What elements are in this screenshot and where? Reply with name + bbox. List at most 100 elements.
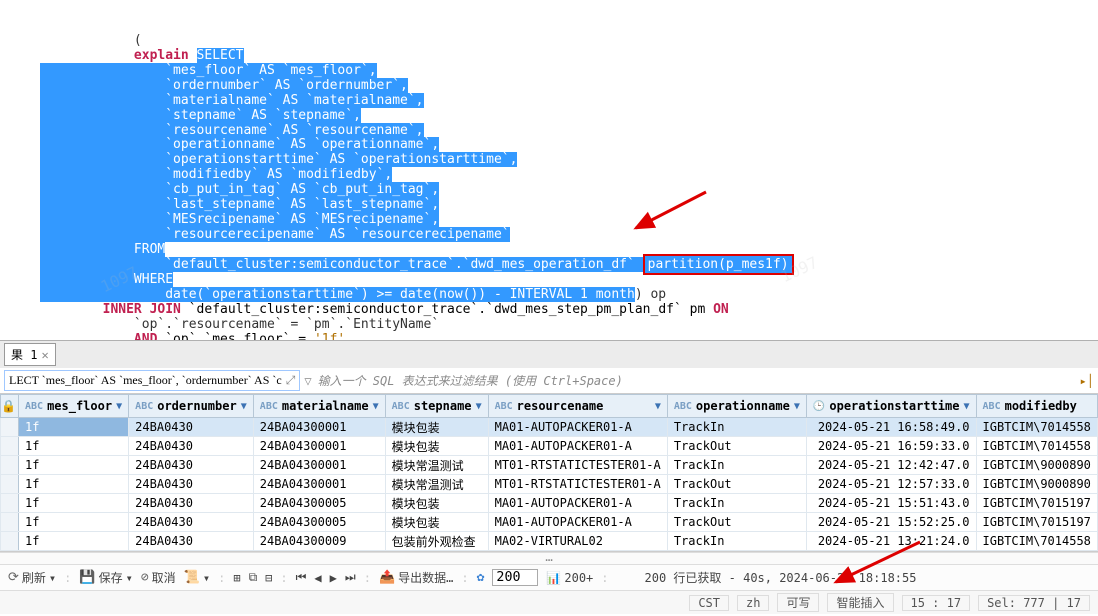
cell-mes_floor[interactable]: 1f — [19, 418, 129, 437]
cell-ordernumber[interactable]: 24BA0430 — [129, 513, 254, 532]
table-row[interactable]: 1f24BA043024BA04300001模块包装MA01-AUTOPACKE… — [1, 418, 1098, 437]
cell-operationname[interactable]: TrackIn — [667, 456, 806, 475]
column-header-modifiedby[interactable]: ABCmodifiedby — [977, 395, 1097, 417]
add-row-button[interactable]: ⊞ — [233, 571, 240, 585]
cell-operationname[interactable]: TrackIn — [667, 532, 806, 551]
cell-operationname[interactable]: TrackIn — [667, 494, 806, 513]
sort-icon[interactable]: ▼ — [241, 401, 247, 412]
cell-materialname[interactable]: 24BA04300005 — [253, 513, 385, 532]
fetch-limit-input[interactable] — [492, 569, 538, 586]
cell-resourcename[interactable]: MT01-RTSTATICTESTER01-A — [488, 475, 667, 494]
cell-modifiedby[interactable]: IGBTCIM\7015197 — [976, 513, 1097, 532]
table-row[interactable]: 1f24BA043024BA04300001模块常温测试MT01-RTSTATI… — [1, 475, 1098, 494]
row-handle[interactable] — [1, 475, 19, 494]
cell-stepname[interactable]: 模块包装 — [385, 437, 488, 456]
cell-ordernumber[interactable]: 24BA0430 — [129, 418, 254, 437]
script-button[interactable]: 📜▾ — [184, 570, 210, 585]
cell-stepname[interactable]: 模块包装 — [385, 418, 488, 437]
cell-stepname[interactable]: 包装前外观检查 — [385, 532, 488, 551]
row-handle[interactable] — [1, 437, 19, 456]
cell-resourcename[interactable]: MA01-AUTOPACKER01-A — [488, 437, 667, 456]
first-button[interactable]: ⏮ — [296, 570, 307, 585]
refresh-button[interactable]: ⟳刷新 ▾ — [8, 569, 56, 586]
sort-icon[interactable]: ▼ — [794, 401, 800, 412]
column-header-materialname[interactable]: ABCmaterialname▼ — [254, 395, 385, 417]
maximize-icon[interactable]: ⤢ — [286, 373, 296, 388]
result-tab[interactable]: 果 1 ✕ — [4, 343, 56, 366]
table-row[interactable]: 1f24BA043024BA04300001模块常温测试MT01-RTSTATI… — [1, 456, 1098, 475]
filter-toggle-icon[interactable]: ▸│ — [1080, 374, 1094, 388]
sort-icon[interactable]: ▼ — [655, 401, 661, 412]
cell-materialname[interactable]: 24BA04300001 — [253, 456, 385, 475]
column-header-resourcename[interactable]: ABCresourcename▼ — [489, 395, 667, 417]
row-handle[interactable] — [1, 532, 19, 551]
cell-ordernumber[interactable]: 24BA0430 — [129, 456, 254, 475]
column-header-stepname[interactable]: ABCstepname▼ — [386, 395, 488, 417]
cell-stepname[interactable]: 模块包装 — [385, 513, 488, 532]
filter-input[interactable]: ▽ 输入一个 SQL 表达式来过滤结果 (使用 Ctrl+Space) — [304, 372, 1075, 389]
sql-editor[interactable]: FROM ( explain SELECT `mes_floor` AS `me… — [0, 0, 1098, 340]
cell-materialname[interactable]: 24BA04300001 — [253, 418, 385, 437]
cell-stepname[interactable]: 模块包装 — [385, 494, 488, 513]
column-header-ordernumber[interactable]: ABCordernumber▼ — [129, 395, 253, 417]
cell-resourcename[interactable]: MT01-RTSTATICTESTER01-A — [488, 456, 667, 475]
column-header-operationstarttime[interactable]: 🕒operationstarttime▼ — [807, 395, 976, 417]
fetch-count-button[interactable]: 📊200+ — [546, 571, 593, 585]
column-header-operationname[interactable]: ABCoperationname▼ — [668, 395, 806, 417]
delete-row-button[interactable]: ⊟ — [265, 571, 272, 585]
table-row[interactable]: 1f24BA043024BA04300005模块包装MA01-AUTOPACKE… — [1, 494, 1098, 513]
cell-operationstarttime[interactable]: 2024-05-21 15:52:25.0 — [806, 513, 976, 532]
row-handle[interactable] — [1, 494, 19, 513]
sort-icon[interactable]: ▼ — [373, 401, 379, 412]
cell-operationstarttime[interactable]: 2024-05-21 12:42:47.0 — [806, 456, 976, 475]
table-row[interactable]: 1f24BA043024BA04300001模块包装MA01-AUTOPACKE… — [1, 437, 1098, 456]
lock-column[interactable]: 🔒 — [1, 395, 19, 418]
cell-operationname[interactable]: TrackOut — [667, 475, 806, 494]
code-block[interactable]: FROM ( explain SELECT `mes_floor` AS `me… — [0, 0, 1098, 340]
cell-ordernumber[interactable]: 24BA0430 — [129, 475, 254, 494]
table-row[interactable]: 1f24BA043024BA04300009包装前外观检查MA02-VIRTUR… — [1, 532, 1098, 551]
column-header-mes_floor[interactable]: ABCmes_floor▼ — [19, 395, 128, 417]
row-handle[interactable] — [1, 513, 19, 532]
cell-materialname[interactable]: 24BA04300005 — [253, 494, 385, 513]
save-button[interactable]: 💾保存 ▾ — [79, 569, 132, 586]
cell-operationstarttime[interactable]: 2024-05-21 13:21:24.0 — [806, 532, 976, 551]
sort-icon[interactable]: ▼ — [964, 401, 970, 412]
cell-modifiedby[interactable]: IGBTCIM\7015197 — [976, 494, 1097, 513]
cell-stepname[interactable]: 模块常温测试 — [385, 456, 488, 475]
close-icon[interactable]: ✕ — [41, 348, 48, 362]
cell-operationstarttime[interactable]: 2024-05-21 15:51:43.0 — [806, 494, 976, 513]
cell-resourcename[interactable]: MA02-VIRTURAL02 — [488, 532, 667, 551]
cell-mes_floor[interactable]: 1f — [19, 475, 129, 494]
cell-operationstarttime[interactable]: 2024-05-21 16:58:49.0 — [806, 418, 976, 437]
result-grid[interactable]: 🔒 ABCmes_floor▼ABCordernumber▼ABCmateria… — [0, 394, 1098, 552]
last-button[interactable]: ⏭ — [345, 570, 356, 585]
cell-mes_floor[interactable]: 1f — [19, 456, 129, 475]
cell-resourcename[interactable]: MA01-AUTOPACKER01-A — [488, 418, 667, 437]
cell-modifiedby[interactable]: IGBTCIM\7014558 — [976, 418, 1097, 437]
cell-modifiedby[interactable]: IGBTCIM\9000890 — [976, 456, 1097, 475]
cell-modifiedby[interactable]: IGBTCIM\7014558 — [976, 437, 1097, 456]
next-button[interactable]: ▶ — [330, 571, 337, 585]
cancel-button[interactable]: ⊘取消 — [141, 569, 176, 586]
cell-ordernumber[interactable]: 24BA0430 — [129, 532, 254, 551]
prev-button[interactable]: ◀ — [314, 571, 321, 585]
cell-materialname[interactable]: 24BA04300001 — [253, 437, 385, 456]
cell-operationname[interactable]: TrackIn — [667, 418, 806, 437]
row-resizer[interactable]: ⋯ — [0, 552, 1098, 564]
cell-materialname[interactable]: 24BA04300001 — [253, 475, 385, 494]
cell-modifiedby[interactable]: IGBTCIM\7014558 — [976, 532, 1097, 551]
table-row[interactable]: 1f24BA043024BA04300005模块包装MA01-AUTOPACKE… — [1, 513, 1098, 532]
cell-mes_floor[interactable]: 1f — [19, 494, 129, 513]
cell-modifiedby[interactable]: IGBTCIM\9000890 — [976, 475, 1097, 494]
cell-resourcename[interactable]: MA01-AUTOPACKER01-A — [488, 494, 667, 513]
row-handle[interactable] — [1, 418, 19, 437]
cell-resourcename[interactable]: MA01-AUTOPACKER01-A — [488, 513, 667, 532]
cell-operationname[interactable]: TrackOut — [667, 513, 806, 532]
cell-operationstarttime[interactable]: 2024-05-21 12:57:33.0 — [806, 475, 976, 494]
row-handle[interactable] — [1, 456, 19, 475]
cell-operationstarttime[interactable]: 2024-05-21 16:59:33.0 — [806, 437, 976, 456]
cell-mes_floor[interactable]: 1f — [19, 513, 129, 532]
duplicate-row-button[interactable]: ⧉ — [249, 570, 258, 585]
cell-stepname[interactable]: 模块常温测试 — [385, 475, 488, 494]
